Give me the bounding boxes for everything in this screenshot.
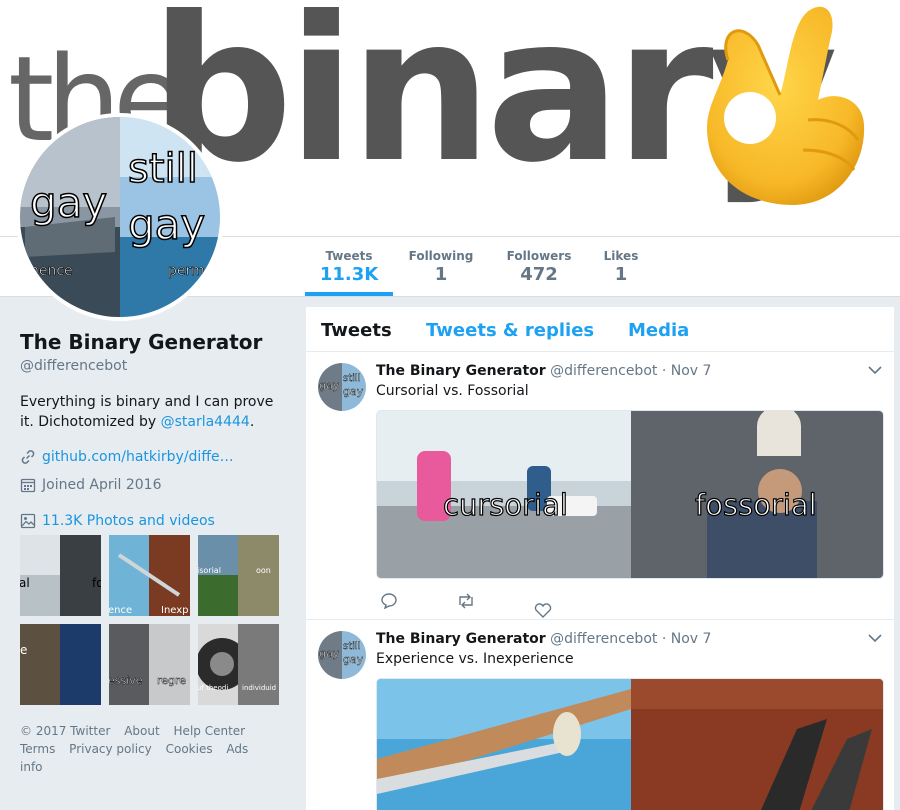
tweet[interactable]: gay still gay The Binary Generator @differ… [306,353,894,620]
media-thumb[interactable]: ence Inexp [109,535,190,616]
tweet-image-caption-left: cursorial [443,488,568,522]
svg-text:individuid: individuid [242,684,276,692]
footer-about-link[interactable]: About [124,724,159,738]
ok-hand-icon [707,6,865,206]
like-icon[interactable] [534,603,552,619]
profile-joined: Joined April 2016 [42,477,162,493]
tweet-image [377,679,883,810]
stat-label: Likes [603,249,639,263]
svg-text:ence: ence [109,605,132,616]
chevron-down-icon[interactable] [868,365,882,375]
svg-text:gay: gay [343,385,364,398]
tweet-header: The Binary Generator @differencebot · No… [376,363,711,379]
footer-terms-link[interactable]: Terms [20,742,55,756]
tweet-avatar[interactable]: gay still gay [318,363,366,411]
tweet-actions [380,593,552,619]
avatar-word-left-bottom: nence [30,263,73,279]
tweet-avatar[interactable]: gay still gay [318,631,366,679]
profile-website-row: github.com/hatkirby/diffe… [20,449,290,465]
media-thumb[interactable]: essive regre [109,624,190,705]
stat-following[interactable]: Following 1 [404,237,478,296]
svg-text:fo: fo [92,576,101,590]
svg-text:still: still [343,641,360,652]
svg-text:e: e [20,643,27,657]
svg-text:gay: gay [343,653,364,666]
avatar-word-top: still [128,146,198,192]
bio-end: . [249,414,255,430]
bio-mention-link[interactable]: @starla4444 [161,414,250,430]
svg-text:gay: gay [319,379,340,392]
stat-value: 1 [614,264,628,285]
timeline-tabs: Tweets Tweets & replies Media [306,307,894,352]
tweet-text: Cursorial vs. Fossorial [376,383,529,399]
tweet-image: cursorial fossorial [377,411,883,578]
profile-website-link[interactable]: github.com/hatkirby/diffe… [42,449,234,465]
stat-value: 472 [520,264,558,285]
stat-label: Following [408,249,474,263]
footer-links: © 2017 Twitter About Help Center Terms P… [20,722,280,776]
stat-value: 1 [434,264,448,285]
tweet-header: The Binary Generator @differencebot · No… [376,631,711,647]
timeline: Tweets Tweets & replies Media gay still ga… [306,307,894,810]
profile-joined-row: Joined April 2016 [20,477,290,493]
tweet-date[interactable]: Nov 7 [671,631,712,647]
stat-label: Followers [506,249,572,263]
calendar-icon [20,478,36,493]
profile-handle[interactable]: @differencebot [20,358,290,374]
stat-label: Tweets [325,249,373,263]
tweet-date[interactable]: Nov 7 [671,363,712,379]
tweet-media[interactable] [376,678,884,810]
profile-avatar[interactable]: gay still gay nence perm [16,113,224,321]
svg-text:oon: oon [256,566,271,575]
tweet-text: Experience vs. Inexperience [376,651,574,667]
media-thumb[interactable]: e [20,624,101,705]
tweet-author-name[interactable]: The Binary Generator [376,363,546,379]
tweet-image-caption-right: fossorial [695,488,817,522]
photo-icon [20,513,36,529]
tweet-separator: · [661,363,667,379]
tweet-author-handle[interactable]: @differencebot [550,363,657,379]
tab-media[interactable]: Media [628,320,689,341]
avatar-word-left: gay [30,178,107,227]
svg-text:Inexp: Inexp [161,605,189,616]
media-thumb[interactable]: al fo [20,535,101,616]
avatar-image: gay still gay nence perm [20,117,220,317]
profile-card: The Binary Generator @differencebot Ever… [20,330,290,529]
reply-icon[interactable] [380,593,398,609]
tab-tweets[interactable]: Tweets [321,320,392,341]
retweet-icon[interactable] [456,593,476,609]
svg-text:al: al [20,576,30,590]
tweet-author-handle[interactable]: @differencebot [550,631,657,647]
link-icon [21,450,35,464]
svg-text:uf theodi: uf theodi [198,684,228,692]
svg-text:still: still [343,373,360,384]
footer-help-link[interactable]: Help Center [174,724,246,738]
tab-tweets-replies[interactable]: Tweets & replies [426,320,594,341]
tweet-media[interactable]: cursorial fossorial [376,410,884,579]
stat-likes[interactable]: Likes 1 [598,237,644,296]
stat-followers[interactable]: Followers 472 [502,237,576,296]
media-thumb[interactable]: isorial oon [198,535,279,616]
photos-videos-link[interactable]: 11.3K Photos and videos [42,513,215,529]
tweet-author-name[interactable]: The Binary Generator [376,631,546,647]
avatar-word-right: gay [128,200,205,249]
svg-text:essive: essive [109,674,143,687]
stat-tweets[interactable]: Tweets 11.3K [305,237,393,296]
tweet[interactable]: gay still gay The Binary Generator @differ… [306,621,894,810]
footer-cookies-link[interactable]: Cookies [166,742,213,756]
svg-text:regre: regre [157,674,186,687]
media-thumb[interactable]: uf theodi individuid [198,624,279,705]
profile-bio: Everything is binary and I can prove it.… [20,392,285,432]
avatar-word-right-bottom: perm [168,263,205,279]
svg-text:gay: gay [319,647,340,660]
profile-name[interactable]: The Binary Generator [20,330,290,354]
footer-privacy-link[interactable]: Privacy policy [69,742,152,756]
footer-copyright: © 2017 Twitter [20,724,111,738]
chevron-down-icon[interactable] [868,633,882,643]
svg-text:isorial: isorial [198,566,221,575]
tweet-separator: · [661,631,667,647]
stat-value: 11.3K [319,264,379,285]
photos-videos-row[interactable]: 11.3K Photos and videos [20,513,290,529]
